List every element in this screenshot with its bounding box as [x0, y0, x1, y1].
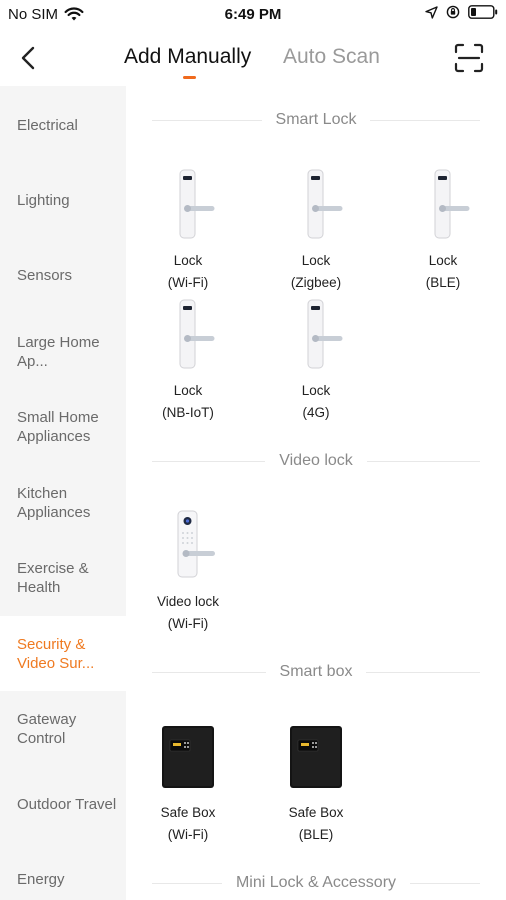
sidebar-item-label: Outdoor Travel	[17, 796, 117, 813]
device-name: Lock	[428, 253, 458, 268]
device-name: Lock	[173, 383, 203, 398]
divider	[370, 119, 481, 121]
status-right	[425, 5, 498, 19]
sidebar-item-label: Exercise & Health	[17, 559, 89, 596]
sidebar-item-label: Electrical	[17, 117, 78, 134]
sidebar-item-sensors[interactable]: Sensors	[0, 238, 126, 313]
divider	[152, 119, 262, 121]
section-title: Video lock	[279, 452, 353, 469]
device-protocol: (4G)	[302, 405, 330, 420]
device-protocol: (NB-IoT)	[162, 405, 214, 420]
back-button[interactable]	[14, 42, 42, 74]
device-lock-wifi[interactable]: Lock (Wi-Fi)	[138, 168, 238, 292]
device-lock-ble[interactable]: Lock (BLE)	[393, 168, 493, 292]
device-lock-zigbee[interactable]: Lock (Zigbee)	[266, 168, 366, 292]
divider	[366, 460, 480, 462]
sidebar-item-lighting[interactable]: Lighting	[0, 163, 126, 238]
door-lock-icon	[156, 298, 220, 378]
device-name: Lock	[301, 383, 331, 398]
device-video-lock-wifi[interactable]: Video lock (Wi-Fi)	[138, 509, 238, 633]
nav-bar: Add Manually Auto Scan	[0, 30, 506, 86]
device-protocol: (Zigbee)	[290, 275, 342, 290]
section-header-mini-lock: Mini Lock & Accessory	[152, 873, 480, 893]
sidebar-item-kitchen-appliances[interactable]: Kitchen Appliances	[0, 465, 126, 540]
sidebar-item-exercise-health[interactable]: Exercise & Health	[0, 540, 126, 615]
door-lock-icon	[411, 168, 475, 248]
sidebar-item-gateway-control[interactable]: Gateway Control	[0, 691, 126, 766]
device-name: Safe Box	[160, 805, 216, 820]
scan-qr-icon	[454, 43, 484, 73]
device-protocol: (BLE)	[298, 827, 334, 842]
safe-box-icon	[156, 720, 220, 800]
section-header-smart-box: Smart box	[152, 662, 481, 682]
sidebar-item-label: Large Home Ap...	[17, 333, 100, 370]
device-name: Video lock	[156, 594, 220, 609]
sidebar-item-small-home-appliances[interactable]: Small Home Appliances	[0, 389, 126, 464]
tab-auto-scan[interactable]: Auto Scan	[283, 45, 380, 69]
sidebar-item-outdoor-travel[interactable]: Outdoor Travel	[0, 767, 126, 842]
divider	[152, 671, 266, 673]
sidebar-item-label: Security & Video Sur...	[17, 635, 95, 672]
divider	[366, 671, 481, 673]
divider	[152, 882, 222, 884]
section-title: Smart Lock	[275, 111, 357, 128]
device-name: Safe Box	[288, 805, 344, 820]
section-title: Smart box	[279, 663, 353, 680]
door-lock-icon	[284, 168, 348, 248]
device-safe-box-ble[interactable]: Safe Box (BLE)	[266, 720, 366, 844]
location-arrow-icon	[425, 5, 438, 19]
sidebar-item-label: Energy	[17, 871, 65, 888]
safe-box-icon	[284, 720, 348, 800]
scan-button[interactable]	[454, 43, 484, 73]
sidebar-item-label: Small Home Appliances	[17, 408, 99, 445]
device-name: Lock	[173, 253, 203, 268]
status-bar: No SIM 6:49 PM	[0, 0, 506, 30]
device-protocol: (Wi-Fi)	[167, 616, 209, 631]
section-title: Mini Lock & Accessory	[235, 874, 397, 891]
battery-icon	[468, 5, 498, 19]
category-sidebar: Electrical Lighting Sensors Large Home A…	[0, 86, 126, 900]
door-lock-icon	[284, 298, 348, 378]
device-list: Smart Lock Lock (Wi-Fi) Lock (Zigbee) Lo…	[126, 86, 506, 900]
device-protocol: (Wi-Fi)	[167, 275, 209, 290]
sidebar-item-label: Lighting	[17, 192, 70, 209]
device-protocol: (Wi-Fi)	[167, 827, 209, 842]
sidebar-item-energy[interactable]: Energy	[0, 842, 126, 900]
active-tab-indicator	[183, 76, 196, 79]
chevron-left-icon	[21, 46, 35, 70]
sidebar-item-electrical[interactable]: Electrical	[0, 88, 126, 163]
device-protocol: (BLE)	[425, 275, 461, 290]
divider	[152, 460, 266, 462]
sidebar-item-security-video[interactable]: Security & Video Sur...	[0, 616, 126, 691]
section-header-video-lock: Video lock	[152, 451, 480, 471]
sidebar-item-large-home-appliances[interactable]: Large Home Ap...	[0, 314, 126, 389]
device-lock-4g[interactable]: Lock (4G)	[266, 298, 366, 422]
section-header-smart-lock: Smart Lock	[152, 110, 481, 130]
device-safe-box-wifi[interactable]: Safe Box (Wi-Fi)	[138, 720, 238, 844]
sidebar-item-label: Kitchen Appliances	[17, 484, 91, 521]
divider	[410, 882, 480, 884]
orientation-lock-icon	[446, 5, 460, 19]
device-lock-nb-iot[interactable]: Lock (NB-IoT)	[138, 298, 238, 422]
sidebar-item-label: Gateway Control	[17, 710, 77, 747]
device-name: Lock	[301, 253, 331, 268]
video-lock-icon	[156, 509, 220, 589]
door-lock-icon	[156, 168, 220, 248]
sidebar-item-label: Sensors	[17, 267, 73, 284]
tab-add-manually[interactable]: Add Manually	[124, 45, 251, 69]
